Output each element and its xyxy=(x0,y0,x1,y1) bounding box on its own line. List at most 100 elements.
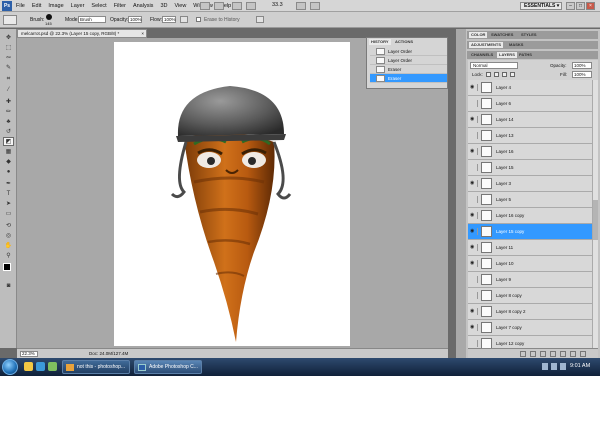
menu-item-select[interactable]: Select xyxy=(91,3,106,9)
layers-scrollbar[interactable] xyxy=(592,80,598,348)
fill-field[interactable]: 100% xyxy=(572,71,592,78)
flow-field[interactable]: 100% xyxy=(162,16,176,23)
taskbar-button-browser[interactable]: not this - photoshop... xyxy=(62,360,130,374)
3d-orbit-tool-icon[interactable]: ◎ xyxy=(3,231,14,240)
menu-item-filter[interactable]: Filter xyxy=(114,3,126,9)
collapsed-panel-strip[interactable] xyxy=(456,29,466,358)
layer-row[interactable]: ◉ Layer 4 xyxy=(468,80,592,96)
layer-mask-icon[interactable] xyxy=(540,351,546,357)
layer-row[interactable]: Layer 13 xyxy=(468,128,592,144)
history-row[interactable]: Eraser xyxy=(370,65,447,74)
menu-item-image[interactable]: Image xyxy=(48,3,63,9)
type-tool-icon[interactable]: T xyxy=(3,189,14,198)
volume-icon[interactable] xyxy=(551,363,557,370)
tab-layers[interactable]: LAYERS xyxy=(497,52,517,58)
visibility-eye-icon[interactable]: ◉ xyxy=(470,116,478,123)
menu-item-edit[interactable]: Edit xyxy=(32,3,41,9)
layer-row[interactable]: ◉ Layer 10 xyxy=(468,256,592,272)
menu-item-layer[interactable]: Layer xyxy=(71,3,85,9)
adjustment-layer-icon[interactable] xyxy=(550,351,556,357)
tab-channels[interactable]: CHANNELS xyxy=(469,52,495,58)
minimize-button[interactable]: – xyxy=(566,2,575,10)
lock-all-icon[interactable] xyxy=(510,72,515,77)
maximize-button[interactable]: □ xyxy=(576,2,585,10)
delete-layer-icon[interactable] xyxy=(580,351,586,357)
3d-rotate-tool-icon[interactable]: ⟲ xyxy=(3,221,14,230)
pen-tool-icon[interactable]: ✒ xyxy=(3,179,14,188)
visibility-eye-icon[interactable]: ◉ xyxy=(470,180,478,187)
shape-tool-icon[interactable]: ▭ xyxy=(3,209,14,218)
quick-select-tool-icon[interactable]: ✎ xyxy=(3,63,14,72)
opacity-field[interactable]: 100% xyxy=(128,16,142,23)
show-desktop-icon[interactable] xyxy=(48,362,57,371)
layer-row[interactable]: ◉ Layer 8 copy 2 xyxy=(468,304,592,320)
zoom-tool-icon[interactable] xyxy=(246,2,256,10)
visibility-eye-icon[interactable] xyxy=(470,340,478,347)
tab-paths[interactable]: PATHS xyxy=(517,52,534,58)
taskbar-button-photoshop[interactable]: Adobe Photoshop C... xyxy=(134,360,202,374)
visibility-eye-icon[interactable] xyxy=(470,196,478,203)
brush-tip-icon[interactable] xyxy=(46,14,52,20)
hand-tool-icon[interactable]: ✋ xyxy=(3,241,14,250)
bridge-icon[interactable] xyxy=(200,2,210,10)
tablet-pressure-icon[interactable] xyxy=(256,16,264,23)
mini-bridge-icon[interactable] xyxy=(214,2,224,10)
zoom-level[interactable]: 33.3 xyxy=(272,2,283,8)
layer-row[interactable]: ◉ Layer 16 copy xyxy=(468,208,592,224)
close-button[interactable]: × xyxy=(586,2,595,10)
blur-tool-icon[interactable]: ◆ xyxy=(3,157,14,166)
history-row[interactable]: Layer Order xyxy=(370,47,447,56)
layer-opacity-field[interactable]: 100% xyxy=(572,62,592,69)
path-selection-tool-icon[interactable]: ➤ xyxy=(3,199,14,208)
gradient-tool-icon[interactable]: ▦ xyxy=(3,147,14,156)
start-button[interactable] xyxy=(2,359,18,375)
healing-brush-tool-icon[interactable]: ✚ xyxy=(3,97,14,106)
blend-mode-select[interactable]: Normal xyxy=(470,62,518,69)
visibility-eye-icon[interactable] xyxy=(470,100,478,107)
lock-pixels-icon[interactable] xyxy=(494,72,499,77)
tab-adjustments[interactable]: ADJUSTMENTS xyxy=(469,42,504,48)
visibility-eye-icon[interactable]: ◉ xyxy=(470,260,478,267)
brush-tool-icon[interactable]: ✏ xyxy=(3,107,14,116)
visibility-eye-icon[interactable] xyxy=(470,132,478,139)
layer-row-selected[interactable]: ◉ Layer 15 copy xyxy=(468,224,592,240)
layer-row[interactable]: ◉ Layer 16 xyxy=(468,144,592,160)
eyedropper-tool-icon[interactable]: ⁄ xyxy=(3,85,14,94)
tab-styles[interactable]: STYLES xyxy=(519,32,539,38)
layer-row[interactable]: Layer 8 copy xyxy=(468,288,592,304)
eraser-preset-icon[interactable] xyxy=(3,15,17,25)
layer-row[interactable]: Layer 6 xyxy=(468,96,592,112)
new-group-icon[interactable] xyxy=(560,351,566,357)
status-zoom-field[interactable]: 22.3% xyxy=(20,351,38,357)
new-layer-icon[interactable] xyxy=(570,351,576,357)
doc-size[interactable]: Doc: 24.0M/127.4M xyxy=(89,351,128,356)
scrollbar-thumb[interactable] xyxy=(593,200,598,240)
visibility-eye-icon[interactable] xyxy=(470,164,478,171)
layer-row[interactable]: ◉ Layer 14 xyxy=(468,112,592,128)
erase-history-checkbox[interactable] xyxy=(196,17,201,22)
document-tab[interactable]: melcarrot.psd @ 22.3% (Layer 15 copy, RG… xyxy=(17,29,147,38)
crop-tool-icon[interactable]: ⌗ xyxy=(3,75,14,84)
marquee-tool-icon[interactable]: ⬚ xyxy=(3,43,14,52)
visibility-eye-icon[interactable] xyxy=(470,292,478,299)
menu-item-3d[interactable]: 3D xyxy=(160,3,167,9)
layer-row[interactable]: ◉ Layer 7 copy xyxy=(468,320,592,336)
foreground-color-swatch[interactable] xyxy=(3,263,11,271)
link-layers-icon[interactable] xyxy=(520,351,526,357)
layer-row[interactable]: ◉ Layer 11 xyxy=(468,240,592,256)
folder-icon[interactable] xyxy=(24,362,33,371)
clock[interactable]: 9:01 AM xyxy=(570,363,590,369)
clone-stamp-tool-icon[interactable]: ♣ xyxy=(3,117,14,126)
history-brush-tool-icon[interactable]: ↺ xyxy=(3,127,14,136)
visibility-eye-icon[interactable]: ◉ xyxy=(470,228,478,235)
airbrush-icon[interactable] xyxy=(180,16,188,23)
zoom-tool-icon[interactable]: ⚲ xyxy=(3,251,14,260)
visibility-eye-icon[interactable]: ◉ xyxy=(470,212,478,219)
visibility-eye-icon[interactable] xyxy=(470,276,478,283)
lock-transparency-icon[interactable] xyxy=(486,72,491,77)
visibility-eye-icon[interactable]: ◉ xyxy=(470,148,478,155)
layer-row[interactable]: Layer 15 xyxy=(468,160,592,176)
tab-actions[interactable]: ACTIONS xyxy=(393,39,415,45)
menu-item-analysis[interactable]: Analysis xyxy=(133,3,153,9)
visibility-eye-icon[interactable]: ◉ xyxy=(470,84,478,91)
